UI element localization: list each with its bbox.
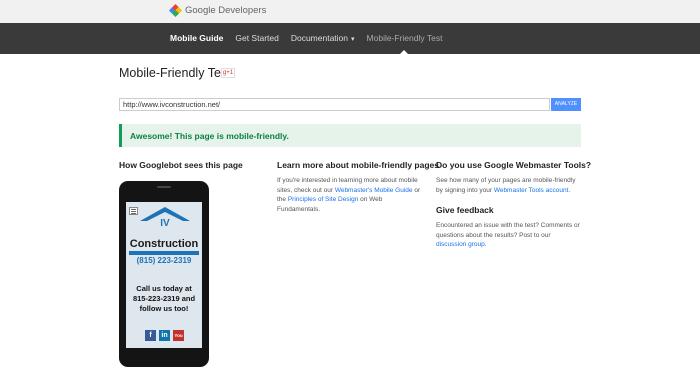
result-alert: Awesome! This page is mobile-friendly. xyxy=(119,124,581,147)
nav-get-started[interactable]: Get Started xyxy=(235,23,278,54)
services-strip xyxy=(129,251,199,255)
phone-preview: IV Construction (815) 223-2319 Call us t… xyxy=(119,181,209,367)
brand-text: Google Developers xyxy=(185,5,266,16)
preview-heading: How Googlebot sees this page xyxy=(119,160,243,170)
nav-bar: Mobile Guide Get Started Documentation ▾ … xyxy=(0,23,700,54)
feedback-text-1: Encountered an issue with the test? Comm… xyxy=(436,222,580,239)
webmaster-heading: Do you use Google Webmaster Tools? xyxy=(436,160,592,170)
nav-mobile-friendly-test[interactable]: Mobile-Friendly Test xyxy=(367,23,442,54)
site-phone: (815) 223-2319 xyxy=(136,256,192,265)
google-developers-logo[interactable]: Google Developers xyxy=(168,3,266,18)
menu-icon xyxy=(129,207,138,215)
top-bar: Google Developers xyxy=(0,0,700,23)
learn-heading: Learn more about mobile-friendly pages xyxy=(277,160,440,170)
chevron-down-icon: ▾ xyxy=(351,36,355,43)
youtube-icon: You xyxy=(173,330,184,341)
analyze-button[interactable]: ANALYZE xyxy=(551,98,581,111)
brand-google: Google xyxy=(185,5,216,16)
gplus-button[interactable]: g+1 xyxy=(221,68,235,78)
webmaster-text: See how many of your pages are mobile-fr… xyxy=(436,176,581,195)
nav-documentation[interactable]: Documentation ▾ xyxy=(291,23,355,54)
phone-speaker xyxy=(157,186,171,188)
site-name: Construction xyxy=(129,238,199,250)
google-developers-icon xyxy=(168,3,183,18)
nav-mobile-guide[interactable]: Mobile Guide xyxy=(170,23,223,54)
site-logo-text: IV xyxy=(160,218,170,229)
feedback-heading: Give feedback xyxy=(436,205,494,215)
url-input[interactable] xyxy=(119,98,550,111)
linkedin-icon: in xyxy=(159,330,170,341)
mobile-guide-link[interactable]: Webmaster's Mobile Guide xyxy=(335,187,413,194)
learn-text: If you're interested in learning more ab… xyxy=(277,176,427,214)
page-title: Mobile-Friendly Test xyxy=(119,66,231,80)
site-cta: Call us today at 815-223-2319 and follow… xyxy=(132,284,196,313)
main-nav: Mobile Guide Get Started Documentation ▾ … xyxy=(170,23,442,54)
site-design-link[interactable]: Principles of Site Design xyxy=(288,196,358,203)
discussion-group-link[interactable]: discussion group xyxy=(436,241,485,248)
webmaster-tools-link[interactable]: Webmaster Tools account xyxy=(494,187,569,194)
nav-documentation-label: Documentation xyxy=(290,33,349,43)
facebook-icon: f xyxy=(145,330,156,341)
feedback-text-2: . xyxy=(484,241,487,248)
phone-screen: IV Construction (815) 223-2319 Call us t… xyxy=(126,202,202,348)
brand-developers: Developers xyxy=(218,5,267,16)
feedback-text: Encountered an issue with the test? Comm… xyxy=(436,221,581,250)
webmaster-text-2: . xyxy=(568,186,571,194)
